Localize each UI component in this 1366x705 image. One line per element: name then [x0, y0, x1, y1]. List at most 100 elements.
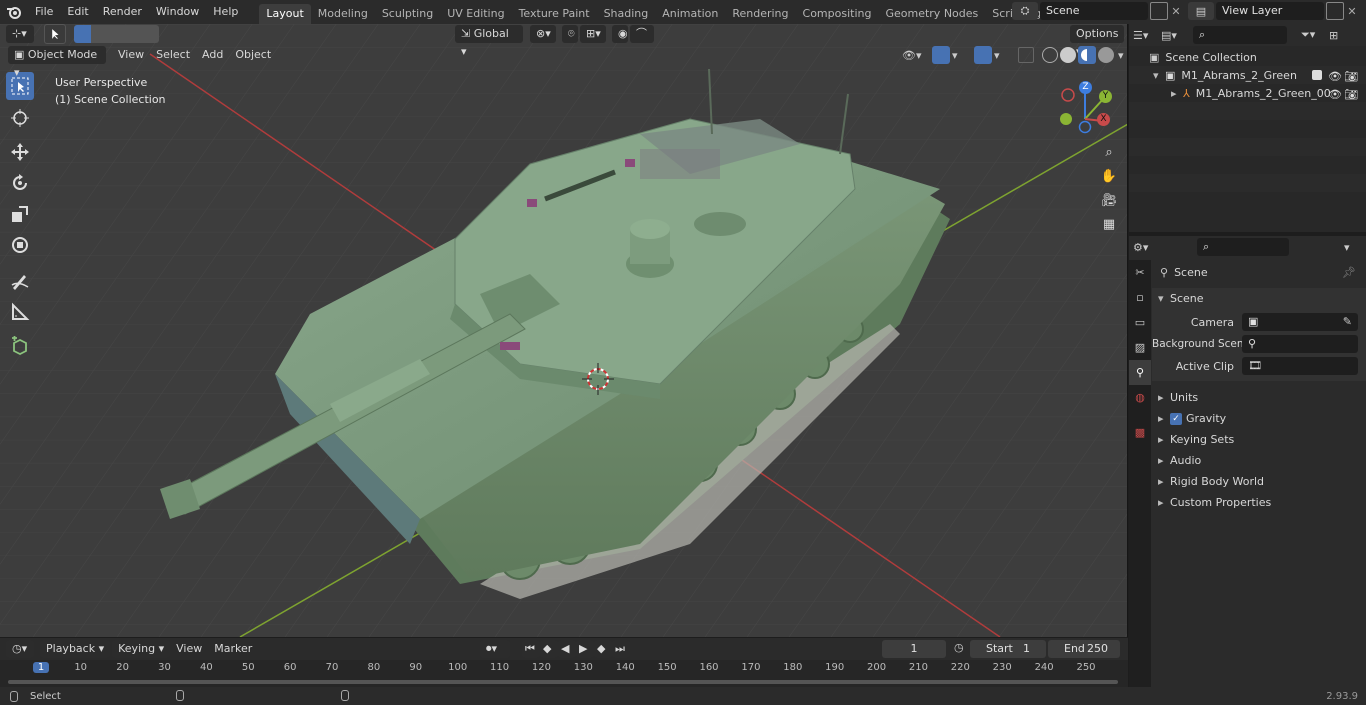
- scale-tool-icon[interactable]: [6, 200, 34, 228]
- editor-type-icon[interactable]: ⊹▾: [6, 25, 34, 43]
- 3d-viewport[interactable]: User Perspective (1) Scene Collection Z …: [0, 24, 1128, 637]
- measure-tool-icon[interactable]: [6, 298, 34, 326]
- select-new-icon[interactable]: [74, 25, 91, 43]
- active-clip-field[interactable]: 🎞︎: [1242, 357, 1358, 375]
- tab-texture-paint[interactable]: Texture Paint: [512, 4, 597, 24]
- render-camera-icon[interactable]: 📷︎: [1344, 84, 1358, 105]
- scene-copy-icon[interactable]: [1150, 2, 1168, 20]
- playback-menu[interactable]: Playback ▾: [40, 640, 111, 658]
- new-collection-icon[interactable]: ⊞: [1329, 29, 1347, 42]
- tab-sculpting[interactable]: Sculpting: [375, 4, 440, 24]
- timeline-view-menu[interactable]: View: [170, 640, 208, 658]
- jump-end-icon[interactable]: ⏭: [612, 640, 630, 658]
- outliner-search-input[interactable]: ⌕: [1193, 26, 1287, 44]
- overlay-dropdown-icon[interactable]: ▾: [994, 49, 1006, 62]
- next-keyframe-icon[interactable]: ◆: [594, 640, 612, 658]
- select-subtract-icon[interactable]: [108, 25, 125, 43]
- xray-toggle-icon[interactable]: [1018, 47, 1034, 63]
- gravity-checkbox[interactable]: ✓: [1170, 412, 1182, 425]
- tab-modeling[interactable]: Modeling: [311, 4, 375, 24]
- gizmo-dropdown-icon[interactable]: ▾: [952, 49, 964, 62]
- gizmo-toggle-icon[interactable]: [932, 46, 950, 64]
- play-reverse-icon[interactable]: ◀: [558, 640, 576, 658]
- view-menu[interactable]: View: [112, 46, 150, 64]
- zoom-icon[interactable]: ⌕: [1097, 140, 1121, 164]
- gravity-subpanel[interactable]: ▸ ✓ Gravity: [1152, 408, 1366, 429]
- properties-options-icon[interactable]: ▾: [1344, 241, 1362, 254]
- tab-rendering[interactable]: Rendering: [725, 4, 795, 24]
- current-frame-field[interactable]: 1: [882, 640, 946, 658]
- view-layer-tab-icon[interactable]: ▨: [1129, 335, 1151, 360]
- add-menu[interactable]: Add: [196, 46, 229, 64]
- end-frame-field[interactable]: End 250: [1048, 640, 1120, 658]
- audio-subpanel[interactable]: ▸ Audio: [1152, 450, 1366, 471]
- outliner-row-collection[interactable]: ▾ ▣ M1_Abrams_2_Green 👁︎ 📷︎: [1129, 66, 1366, 84]
- pin-icon[interactable]: 📌︎: [1342, 262, 1356, 283]
- start-frame-field[interactable]: Start 1: [970, 640, 1046, 658]
- overlay-toggle-icon[interactable]: [974, 46, 992, 64]
- tool-tab-icon[interactable]: ✂: [1129, 260, 1151, 285]
- outliner-row-scene-collection[interactable]: ▣ Scene Collection: [1129, 48, 1366, 66]
- record-button[interactable]: ⏺▾: [480, 640, 510, 658]
- timeline-editor-type-icon[interactable]: ◷▾: [6, 640, 34, 658]
- snap-target-dropdown[interactable]: ⊞▾: [580, 25, 606, 43]
- add-cube-tool-icon[interactable]: [6, 332, 34, 360]
- shading-wireframe-icon[interactable]: [1042, 47, 1058, 63]
- timeline-scrollbar[interactable]: [8, 680, 1118, 684]
- marker-menu[interactable]: Marker: [208, 640, 258, 658]
- expand-arrow-icon[interactable]: ▸: [1171, 83, 1183, 104]
- expand-arrow-icon[interactable]: ▾: [1153, 65, 1165, 86]
- jump-start-icon[interactable]: ⏮: [522, 640, 540, 658]
- scene-close-icon[interactable]: ✕: [1168, 5, 1184, 18]
- menu-help[interactable]: Help: [206, 0, 245, 24]
- visibility-eye-icon[interactable]: 👁︎: [1328, 84, 1342, 105]
- cursor-tool-icon[interactable]: [6, 104, 34, 132]
- tab-layout[interactable]: Layout: [259, 4, 311, 24]
- texture-tab-icon[interactable]: ▩: [1129, 420, 1151, 445]
- menu-edit[interactable]: Edit: [60, 0, 95, 24]
- filter-icon[interactable]: ⏷▾: [1301, 28, 1325, 42]
- eyedropper-icon[interactable]: ✎: [1343, 313, 1352, 331]
- scene-tab-icon[interactable]: ⚲: [1129, 360, 1151, 385]
- shading-solid-icon[interactable]: [1060, 47, 1076, 63]
- outliner-row-object[interactable]: ▸ ⅄ M1_Abrams_2_Green_00 👁︎ 📷︎: [1129, 84, 1366, 102]
- rigid-body-world-subpanel[interactable]: ▸ Rigid Body World: [1152, 471, 1366, 492]
- units-subpanel[interactable]: ▸ Units: [1152, 387, 1366, 408]
- annotate-tool-icon[interactable]: [6, 267, 34, 295]
- menu-render[interactable]: Render: [96, 0, 149, 24]
- background-scene-field[interactable]: ⚲: [1242, 335, 1358, 353]
- tab-uv-editing[interactable]: UV Editing: [440, 4, 511, 24]
- preview-range-icon[interactable]: ◷: [954, 641, 964, 654]
- output-tab-icon[interactable]: ▭: [1129, 310, 1151, 335]
- scene-subpanel-header[interactable]: ▾ Scene: [1152, 288, 1366, 309]
- shading-material-icon[interactable]: [1078, 46, 1096, 64]
- camera-field[interactable]: ▣ ✎: [1242, 313, 1358, 331]
- options-dropdown[interactable]: Options ▾: [1070, 25, 1124, 58]
- keying-menu[interactable]: Keying ▾: [112, 640, 171, 658]
- frame-ruler[interactable]: 1 10 20 30 40 50 60 70 80 90 100 110 120 130 140 150 160…: [0, 660, 1128, 678]
- prev-keyframe-icon[interactable]: ◆: [540, 640, 558, 658]
- tab-geometry-nodes[interactable]: Geometry Nodes: [878, 4, 985, 24]
- tab-animation[interactable]: Animation: [655, 4, 725, 24]
- pivot-dropdown[interactable]: ⊗▾: [530, 25, 556, 43]
- view-layer-close-icon[interactable]: ✕: [1344, 5, 1360, 18]
- tab-compositing[interactable]: Compositing: [796, 4, 879, 24]
- view-layer-field[interactable]: View Layer: [1216, 2, 1324, 20]
- snap-toggle[interactable]: ⌾: [562, 25, 578, 43]
- blender-logo-icon[interactable]: [0, 0, 28, 24]
- rotate-tool-icon[interactable]: [6, 169, 34, 197]
- menu-file[interactable]: File: [28, 0, 60, 24]
- proportional-falloff-dropdown[interactable]: ⌒: [630, 25, 654, 43]
- object-mode-dropdown[interactable]: ▣ Object Mode ▾: [8, 46, 106, 79]
- current-frame-marker[interactable]: 1: [33, 662, 49, 673]
- tweak-mode-icon[interactable]: [44, 24, 66, 44]
- exclude-checkbox[interactable]: [1312, 70, 1322, 80]
- gizmo-x-axis[interactable]: X: [1097, 113, 1110, 126]
- custom-properties-subpanel[interactable]: ▸ Custom Properties: [1152, 492, 1366, 513]
- display-mode-icon[interactable]: ▤▾: [1161, 29, 1187, 42]
- gizmo-y-axis[interactable]: Y: [1099, 90, 1112, 103]
- render-tab-icon[interactable]: ▫: [1129, 285, 1151, 310]
- select-intersect-icon[interactable]: [142, 25, 159, 43]
- pan-hand-icon[interactable]: ✋: [1097, 164, 1121, 188]
- keying-sets-subpanel[interactable]: ▸ Keying Sets: [1152, 429, 1366, 450]
